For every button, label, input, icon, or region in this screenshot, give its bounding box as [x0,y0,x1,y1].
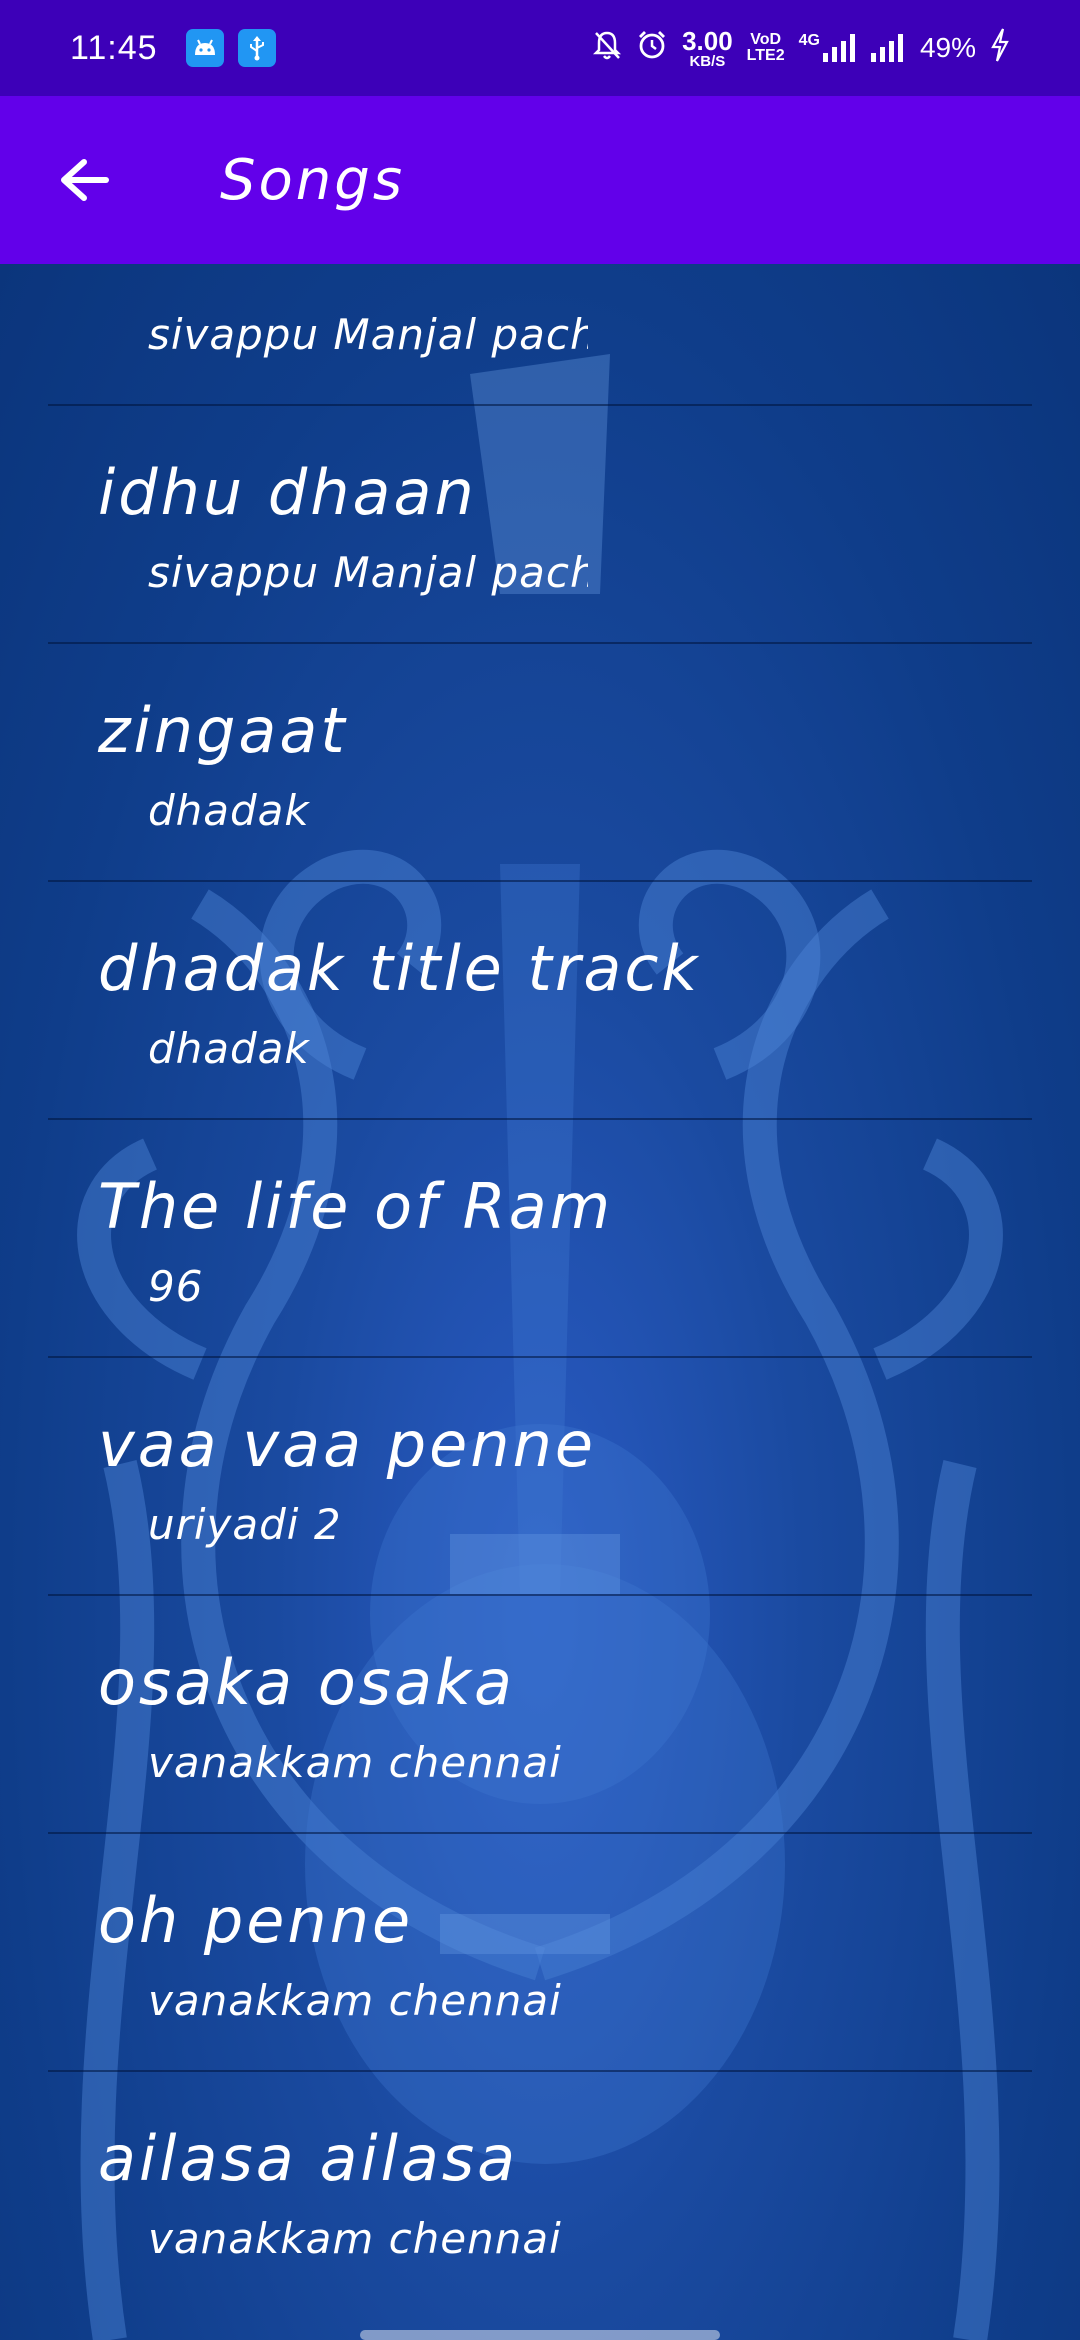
song-album: vanakkam chennai [148,2214,562,2263]
status-bar: 11:45 3.00 KB/S VoD LTE2 4G 49% [0,0,1080,96]
signal-icon [870,34,903,62]
song-title: vaa vaa penne [98,1408,597,1481]
app-bar: Songs [0,96,1080,264]
list-item[interactable]: The life of Ram 96 [48,1120,1032,1358]
battery-level: 49% [919,32,976,63]
list-item[interactable]: osaka osaka vanakkam chennai [48,1596,1032,1834]
song-title: zingaat [98,694,348,767]
signal-icon [822,34,855,62]
speed-unit: KB/S [689,52,726,70]
song-album: sivappu Manjal pachai [148,548,588,597]
list-item[interactable]: vaa vaa penne uriyadi 2 [48,1358,1032,1596]
status-time: 11:45 [70,28,158,67]
alarm-icon [636,29,668,68]
list-item[interactable]: oh penne vanakkam chennai [48,1834,1032,2072]
song-list-container[interactable]: sivappu Manjal pachai idhu dhaan sivappu… [0,264,1080,2340]
home-indicator[interactable] [360,2330,720,2340]
list-item[interactable]: zingaat dhadak [48,644,1032,882]
signal-4g: 4G [799,33,856,63]
list-item[interactable]: sivappu Manjal pachai [48,264,1032,406]
speed-value: 3.00 [682,25,733,56]
notification-icons [185,29,276,67]
song-album: uriyadi 2 [148,1500,342,1549]
volte-top: VoD [750,31,782,48]
list-item[interactable]: idhu dhaan sivappu Manjal pachai [48,406,1032,644]
usb-icon [237,29,276,67]
back-button[interactable] [36,132,132,228]
page-title: Songs [220,147,406,213]
song-album: vanakkam chennai [148,1738,562,1787]
status-indicators: 3.00 KB/S VoD LTE2 4G 49% [592,28,1010,69]
song-title: oh penne [98,1884,414,1957]
charging-icon [990,27,1010,69]
android-icon [185,29,224,67]
song-title: osaka osaka [98,1646,515,1719]
volte-bottom: LTE2 [746,47,785,64]
song-title: dhadak title track [98,932,701,1005]
bell-muted-icon [592,29,622,68]
arrow-back-icon [61,159,109,201]
song-album: sivappu Manjal pachai [148,310,588,359]
network-speed: 3.00 KB/S [682,28,733,69]
song-album: vanakkam chennai [148,1976,562,2025]
network-type: 4G [798,32,820,49]
song-album: dhadak [148,1024,310,1073]
song-title: The life of Ram [98,1170,614,1243]
song-album: dhadak [148,786,310,835]
list-item[interactable]: ailasa ailasa vanakkam chennai [48,2072,1032,2310]
song-album: 96 [148,1262,204,1311]
song-title: idhu dhaan [98,456,477,529]
song-title: ailasa ailasa [98,2122,519,2195]
list-item[interactable]: dhadak title track dhadak [48,882,1032,1120]
volte-indicator: VoD LTE2 [747,32,785,64]
